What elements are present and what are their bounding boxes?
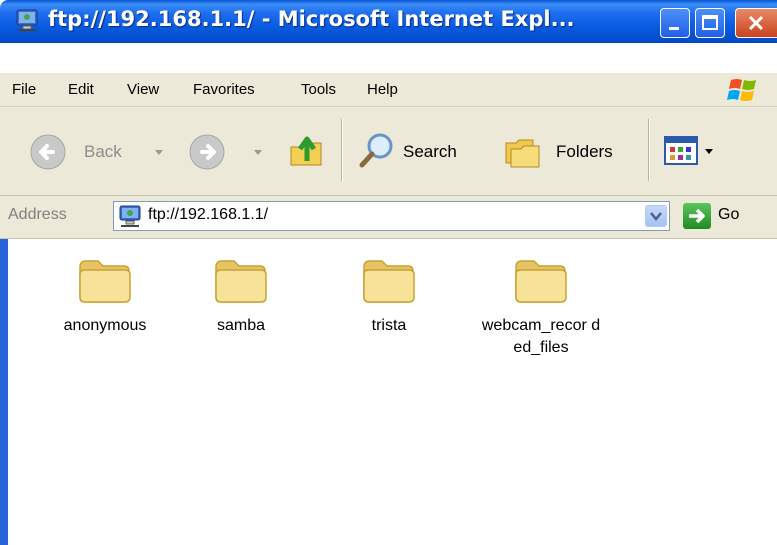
toolbar-separator	[341, 119, 343, 181]
windows-logo-icon	[727, 79, 756, 101]
address-value: ftp://192.168.1.1/	[148, 206, 269, 223]
menu-tools[interactable]: Tools	[301, 81, 336, 98]
forward-dropdown-icon	[254, 150, 262, 155]
views-dropdown-icon	[705, 149, 713, 154]
folders-icon	[505, 139, 540, 168]
network-drive-icon	[16, 9, 38, 31]
folders-button[interactable]: Folders	[503, 131, 633, 171]
ie-window: ftp://192.168.1.1/ - Microsoft Internet …	[0, 0, 777, 545]
toolbar-separator	[648, 119, 650, 181]
window-title: ftp://192.168.1.1/ - Microsoft Internet …	[48, 7, 575, 31]
folder-label: webcam_recor ded_files	[481, 317, 601, 356]
folder-item-webcam-recorded-files[interactable]: webcam_recor ded_files	[466, 257, 616, 359]
address-label: Address	[8, 206, 67, 223]
menu-edit[interactable]: Edit	[68, 81, 94, 98]
standard-toolbar: Back Search Folders	[0, 107, 777, 196]
go-button[interactable]	[683, 203, 711, 229]
folder-label: trista	[371, 317, 407, 334]
folder-icon	[363, 260, 415, 303]
back-button[interactable]: Back	[28, 132, 178, 172]
search-icon	[359, 133, 393, 168]
folder-item-samba[interactable]: samba	[166, 257, 316, 337]
title-bar[interactable]: ftp://192.168.1.1/ - Microsoft Internet …	[0, 0, 777, 43]
folder-label: samba	[216, 317, 266, 334]
menu-help[interactable]: Help	[367, 81, 398, 98]
address-input[interactable]: ftp://192.168.1.1/	[113, 201, 670, 231]
forward-arrow-icon	[189, 134, 225, 170]
folder-icon	[79, 260, 131, 303]
minimize-icon	[669, 27, 679, 30]
file-list-pane: anonymous samba trista webcam_recor ded_…	[0, 239, 777, 545]
folder-item-anonymous[interactable]: anonymous	[30, 257, 180, 337]
chevron-down-icon	[650, 212, 662, 221]
close-button[interactable]	[735, 8, 777, 38]
forward-button[interactable]	[187, 132, 272, 172]
folder-icon	[215, 260, 267, 303]
views-icon	[664, 136, 698, 165]
search-label: Search	[403, 142, 457, 161]
folder-icon	[515, 260, 567, 303]
up-folder-icon[interactable]	[287, 131, 327, 171]
menu-favorites[interactable]: Favorites	[193, 81, 255, 98]
maximize-icon	[702, 15, 718, 30]
menu-bar: File Edit View Favorites Tools Help	[0, 73, 777, 107]
back-dropdown-icon	[155, 150, 163, 155]
go-label[interactable]: Go	[718, 206, 739, 224]
back-label: Back	[84, 142, 122, 161]
folder-item-trista[interactable]: trista	[314, 257, 464, 337]
back-arrow-icon	[30, 134, 66, 170]
close-icon	[748, 15, 764, 31]
address-dropdown-button[interactable]	[645, 205, 667, 227]
search-button[interactable]: Search	[357, 131, 482, 171]
menu-view[interactable]: View	[127, 81, 159, 98]
minimize-button[interactable]	[660, 8, 690, 38]
maximize-button[interactable]	[695, 8, 725, 38]
folders-label: Folders	[556, 142, 613, 161]
folder-label: anonymous	[63, 317, 147, 334]
menu-file[interactable]: File	[12, 81, 36, 98]
network-drive-icon	[119, 205, 141, 227]
views-button[interactable]	[664, 134, 724, 168]
window-frame-left	[0, 239, 8, 545]
address-bar: Address ftp://192.168.1.1/ Go	[0, 196, 777, 239]
go-arrow-icon	[689, 208, 705, 224]
